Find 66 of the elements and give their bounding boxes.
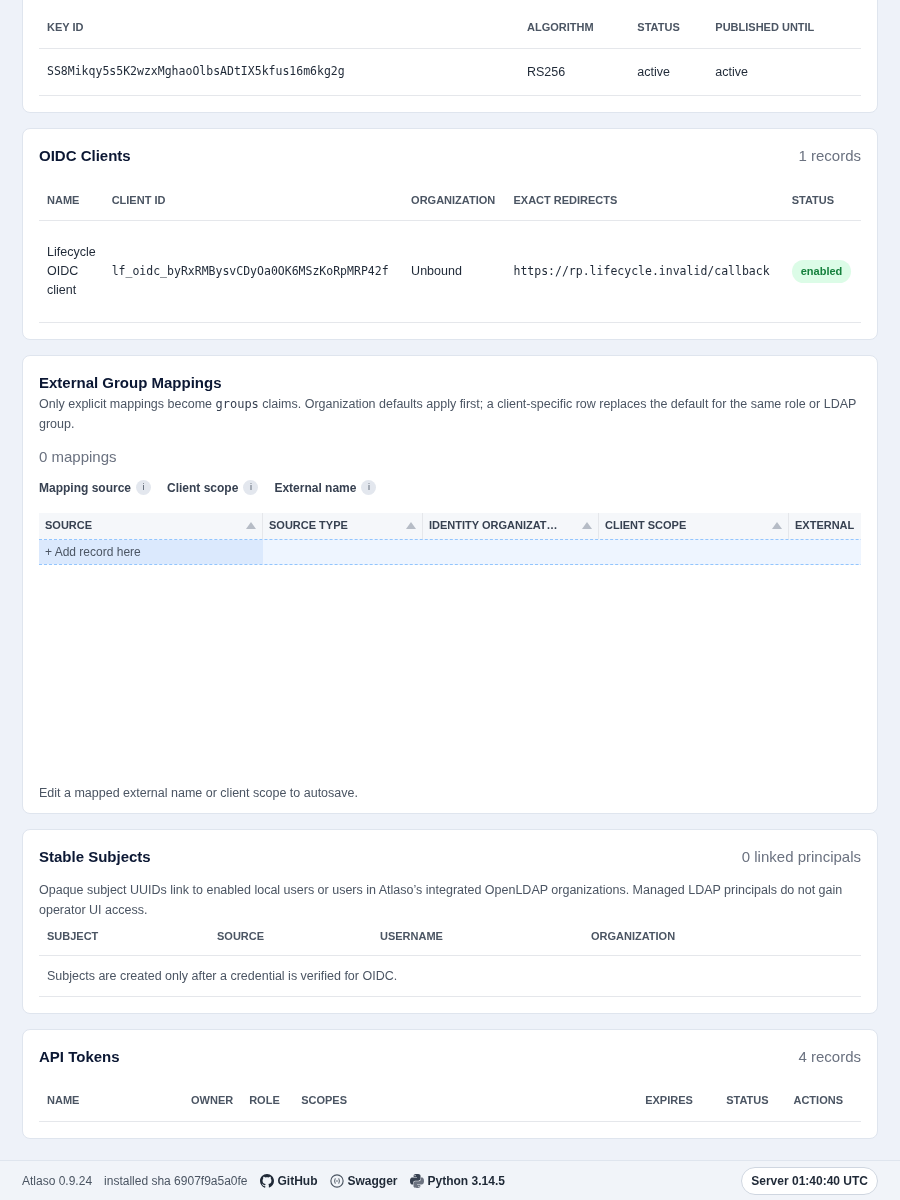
column-label: CLIENT SCOPE xyxy=(605,518,687,534)
section-title: OIDC Clients xyxy=(39,146,131,167)
sort-icon[interactable] xyxy=(406,522,416,530)
table-cell: active xyxy=(707,48,861,96)
column-header: NAME xyxy=(39,1080,183,1122)
table-cell: Lifecycle OIDC client xyxy=(39,220,104,322)
server-time-badge: Server 01:40:40 UTC xyxy=(741,1166,878,1195)
table-cell: https://rp.lifecycle.invalid/callback xyxy=(505,220,784,322)
footer-link[interactable]: Swagger xyxy=(329,1171,398,1190)
status-badge: enabled xyxy=(791,260,852,283)
table-cell: lf_oidc_byRxRMBysvCDyOa0OK6MSzKoRpMRP42f xyxy=(103,220,404,322)
section-description: Only explicit mappings become groups claims. Organization defaults apply first; a client-specific row replaces the default for the same role or LDAP group. xyxy=(39,396,858,434)
python-icon xyxy=(409,1173,424,1188)
table-cell: RS256 xyxy=(519,48,630,96)
column-header: PUBLISHED UNTIL xyxy=(707,7,861,48)
section-description: Opaque subject UUIDs link to enabled local users or users in Atlaso’s integrated OpenLDAP organizations. Managed LDAP principals do not gain operator UI access. xyxy=(39,882,844,920)
column-header: KEY ID xyxy=(39,7,519,48)
column-header: STATUS xyxy=(629,7,708,48)
add-record-row[interactable]: + Add record here xyxy=(39,539,263,564)
column-header: STATUS xyxy=(718,1080,786,1122)
column-header: ALGORITHM xyxy=(519,7,630,48)
column-header: CLIENT ID xyxy=(103,179,404,221)
table-cell: SS8Mikqy5s5K2wzxMghaoOlbsADtIX5kfus16m6kg2g xyxy=(39,48,519,96)
record-count: 0 linked principals xyxy=(741,846,861,867)
table-cell: active xyxy=(629,48,708,96)
record-count: 4 records xyxy=(798,1046,861,1067)
field-label: External name xyxy=(274,479,357,497)
column-header: SOURCE xyxy=(209,920,372,956)
column-label: EXTERNAL xyxy=(795,518,855,534)
info-icon[interactable]: i xyxy=(361,480,377,496)
column-header: OWNER xyxy=(183,1080,242,1122)
column-header: NAME xyxy=(39,179,104,221)
info-icon[interactable]: i xyxy=(243,480,259,496)
info-icon[interactable]: i xyxy=(136,480,151,496)
app-version: Atlaso 0.9.24 xyxy=(22,1172,93,1190)
column-header: STATUS xyxy=(783,179,861,221)
column-label: IDENTITY ORGANIZAT… xyxy=(429,518,558,534)
column-header: SUBJECT xyxy=(39,920,209,956)
field-label: Mapping source xyxy=(39,479,131,497)
section-title: External Group Mappings xyxy=(39,372,222,393)
column-label: SOURCE xyxy=(45,518,93,534)
section-title: API Tokens xyxy=(39,1046,120,1067)
column-label: SOURCE TYPE xyxy=(269,518,348,534)
autosave-hint: Edit a mapped external name or client scope to autosave. xyxy=(39,784,359,802)
github-icon xyxy=(259,1173,274,1188)
table-cell: Unbound xyxy=(403,220,506,322)
record-count: 1 records xyxy=(798,146,861,167)
section-title: Stable Subjects xyxy=(39,846,151,867)
column-header: ORGANIZATION xyxy=(403,179,506,221)
sort-icon[interactable] xyxy=(772,522,782,530)
sort-icon[interactable] xyxy=(246,522,256,530)
field-label: Client scope xyxy=(167,479,239,497)
column-header: EXPIRES xyxy=(637,1080,719,1122)
mapping-count: 0 mappings xyxy=(39,447,118,468)
circle-icon xyxy=(329,1173,344,1188)
empty-message: Subjects are created only after a credential is verified for OIDC. xyxy=(39,955,861,997)
footer-link[interactable]: Python 3.14.5 xyxy=(409,1171,505,1190)
column-header: ORGANIZATION xyxy=(583,920,861,956)
installed-sha: installed sha 6907f9a5a0fe xyxy=(104,1172,248,1190)
column-header: ROLE xyxy=(241,1080,294,1122)
column-header: SCOPES xyxy=(293,1080,638,1122)
column-header: EXACT REDIRECTS xyxy=(505,179,784,221)
footer-link[interactable]: GitHub xyxy=(259,1171,318,1190)
column-header: ACTIONS xyxy=(785,1080,861,1122)
sort-icon[interactable] xyxy=(582,522,592,530)
column-header: USERNAME xyxy=(372,920,583,956)
